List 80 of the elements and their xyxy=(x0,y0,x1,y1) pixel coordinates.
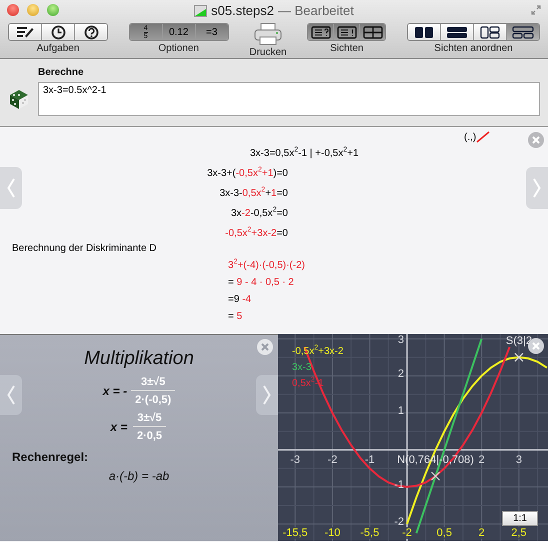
equation: =9 -4 xyxy=(228,293,252,306)
value-label: -2 xyxy=(401,527,413,539)
window-status: — Bearbeitet xyxy=(278,3,354,18)
rule-label: Rechenregel: xyxy=(12,450,88,464)
equation: = 9 - 4 · 0,5 · 2 xyxy=(228,276,294,289)
chevron-right-icon xyxy=(263,385,271,405)
denominator: 2·(-0,5) xyxy=(131,390,176,406)
axis-tick-label: -2 xyxy=(394,516,404,528)
layout-button[interactable] xyxy=(507,24,539,40)
axis-tick-label: -1 xyxy=(364,454,375,466)
help-icon xyxy=(84,24,98,40)
layout-button[interactable] xyxy=(441,24,474,40)
view-icon xyxy=(336,26,357,38)
toolbar-label: Sichten anordnen xyxy=(434,43,513,54)
fullscreen-icon[interactable] xyxy=(531,5,541,15)
value-label: 0,5 xyxy=(436,527,453,539)
toolbar-label: Sichten xyxy=(330,43,364,54)
axis-tick-label: 2 xyxy=(398,368,404,380)
layout-icon xyxy=(413,26,435,38)
close-window-button[interactable] xyxy=(7,4,19,16)
dice-icon xyxy=(8,88,30,110)
option-button[interactable]: 0.12 xyxy=(162,24,196,40)
layout-icon xyxy=(512,26,534,38)
clock-icon xyxy=(50,24,66,40)
toolbar-label: Optionen xyxy=(158,43,199,54)
view-button[interactable] xyxy=(334,24,360,40)
point-marker xyxy=(514,352,524,362)
option-button[interactable]: =3 xyxy=(196,24,228,40)
decimal-toggle[interactable]: (.,) xyxy=(464,131,490,143)
equation: -0,5x$^{2}$+3x-2=0 xyxy=(225,227,288,240)
chevron-left-icon xyxy=(7,385,15,405)
value-label: 2,5 xyxy=(510,527,528,539)
toolbar-button[interactable] xyxy=(75,24,107,40)
view-button[interactable] xyxy=(360,24,386,40)
numerator: 3±√5 xyxy=(136,412,163,426)
scale-button[interactable]: 1:1 xyxy=(502,511,538,526)
layout-icon xyxy=(446,26,468,38)
equation: 3x-3-0,5x$^{2}$+1=0 xyxy=(220,187,288,200)
view-button[interactable] xyxy=(308,24,334,40)
edit-icon xyxy=(16,25,34,39)
point-marker xyxy=(430,472,440,481)
window-title: s05.steps2 xyxy=(211,3,274,18)
layout-button[interactable] xyxy=(408,24,441,40)
layout-icon xyxy=(479,26,501,38)
view-icon xyxy=(362,26,383,38)
equation: 3x-3+(-0,5x$^{2}$+1)=0 xyxy=(207,167,288,180)
axis-tick-label: -2 xyxy=(328,454,338,466)
toolbar-button[interactable] xyxy=(9,24,42,40)
equation: 3x-2-0,5x$^{2}$=0 xyxy=(230,207,288,220)
equation: 3$^{2}$+(-4)·(-0,5)·(-2) xyxy=(228,259,305,272)
layout-button[interactable] xyxy=(474,24,507,40)
axis-tick-label: 2 xyxy=(478,454,485,466)
view-icon xyxy=(310,26,331,38)
input-field[interactable]: 3x-3=0.5x^2-1 xyxy=(38,82,540,116)
axis-tick-label: 1 xyxy=(398,404,404,417)
legend-label: 3x-3 xyxy=(292,362,312,374)
chevron-left-icon xyxy=(7,178,15,198)
chevron-right-icon xyxy=(533,178,541,198)
rule-formula: a·(-b) = -ab xyxy=(108,469,170,483)
document-icon xyxy=(194,4,208,16)
toolbar-button[interactable] xyxy=(42,24,75,40)
value-label: 2 xyxy=(478,527,486,539)
formula-lhs: x = - xyxy=(102,384,128,398)
value-label: -15,5 xyxy=(282,527,309,539)
denominator: 2·0,5 xyxy=(132,426,166,442)
axis-tick-label: -3 xyxy=(290,454,300,466)
toolbar-label: Aufgaben xyxy=(36,43,80,54)
value-label: -10 xyxy=(323,527,342,539)
equation: = 5 xyxy=(228,310,242,323)
toolbar-label: Drucken xyxy=(249,47,287,58)
equation: 3x-3=0,5x$^{2}$-1 | +-0,5x$^{2}$+1 xyxy=(250,147,359,160)
section-heading: Berechnung der Diskriminante D xyxy=(12,243,158,254)
hint-title: Multiplikation xyxy=(84,348,194,370)
formula-lhs: x = xyxy=(110,420,128,434)
axis-tick-label: 3 xyxy=(398,334,404,346)
axis-tick-label: 3 xyxy=(516,454,522,466)
input-label: Berechne xyxy=(38,67,85,78)
value-label: -5,5 xyxy=(359,527,380,539)
numerator: 3±√5 xyxy=(140,376,166,390)
printer-icon[interactable] xyxy=(254,23,282,45)
